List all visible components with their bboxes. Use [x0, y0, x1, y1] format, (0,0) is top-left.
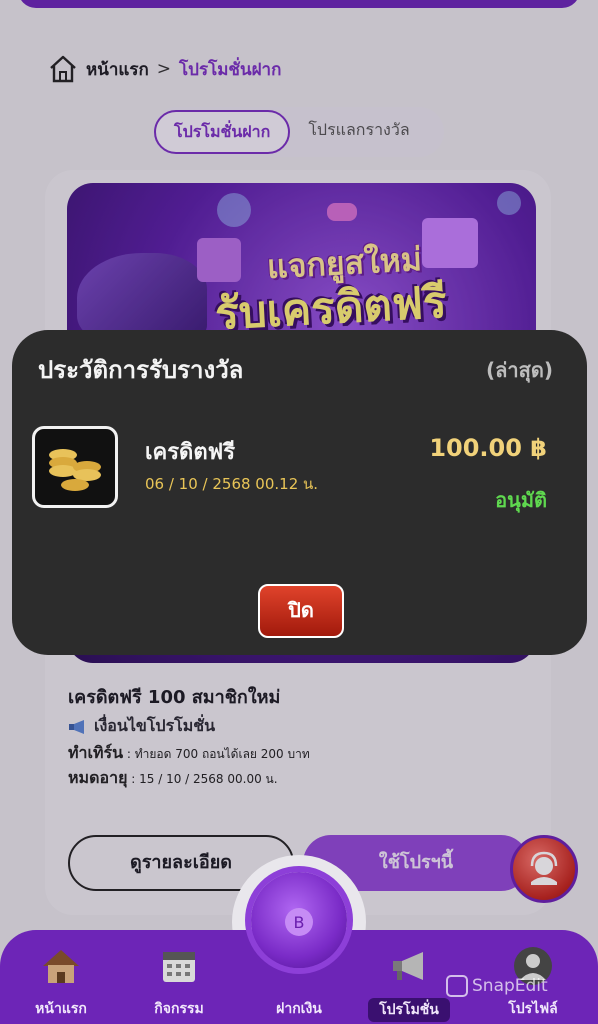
reward-item-date: 06 / 10 / 2568 00.12 น.	[145, 475, 319, 493]
nav-item-promotion[interactable]: โปรโมชั่น	[364, 944, 454, 1024]
nav-item-deposit[interactable]: ฝากเงิน	[254, 944, 344, 1024]
close-button[interactable]: ปิด	[258, 584, 344, 638]
reward-amount: 100.00 ฿	[429, 434, 547, 462]
nav-item-home[interactable]: หน้าแรก	[16, 944, 106, 1024]
nav-label-deposit: ฝากเงิน	[276, 1001, 322, 1017]
reward-status-badge: อนุมัติ	[495, 488, 547, 512]
modal-title: ประวัติการรับรางวัล	[38, 356, 244, 384]
coin-stack-icon	[32, 426, 118, 508]
nav-label-home: หน้าแรก	[35, 1001, 87, 1017]
modal-latest-label: (ล่าสุด)	[486, 358, 553, 382]
svg-text:B: B	[294, 913, 305, 932]
house-icon	[43, 950, 79, 983]
reward-history-modal: ประวัติการรับรางวัล (ล่าสุด) เครดิตฟรี 0…	[12, 330, 587, 655]
snapedit-watermark: SnapEdit	[446, 975, 548, 997]
nav-item-activity[interactable]: กิจกรรม	[134, 944, 224, 1024]
nav-label-promotion: โปรโมชั่น	[368, 998, 450, 1022]
watermark-text: SnapEdit	[472, 976, 548, 996]
reward-item-name: เครดิตฟรี	[145, 440, 236, 465]
calendar-icon	[163, 952, 195, 982]
snapedit-logo-icon	[446, 975, 468, 997]
megaphone-icon	[393, 952, 423, 980]
nav-label-activity: กิจกรรม	[154, 1001, 204, 1017]
nav-label-profile: โปรไฟล์	[508, 1001, 558, 1017]
